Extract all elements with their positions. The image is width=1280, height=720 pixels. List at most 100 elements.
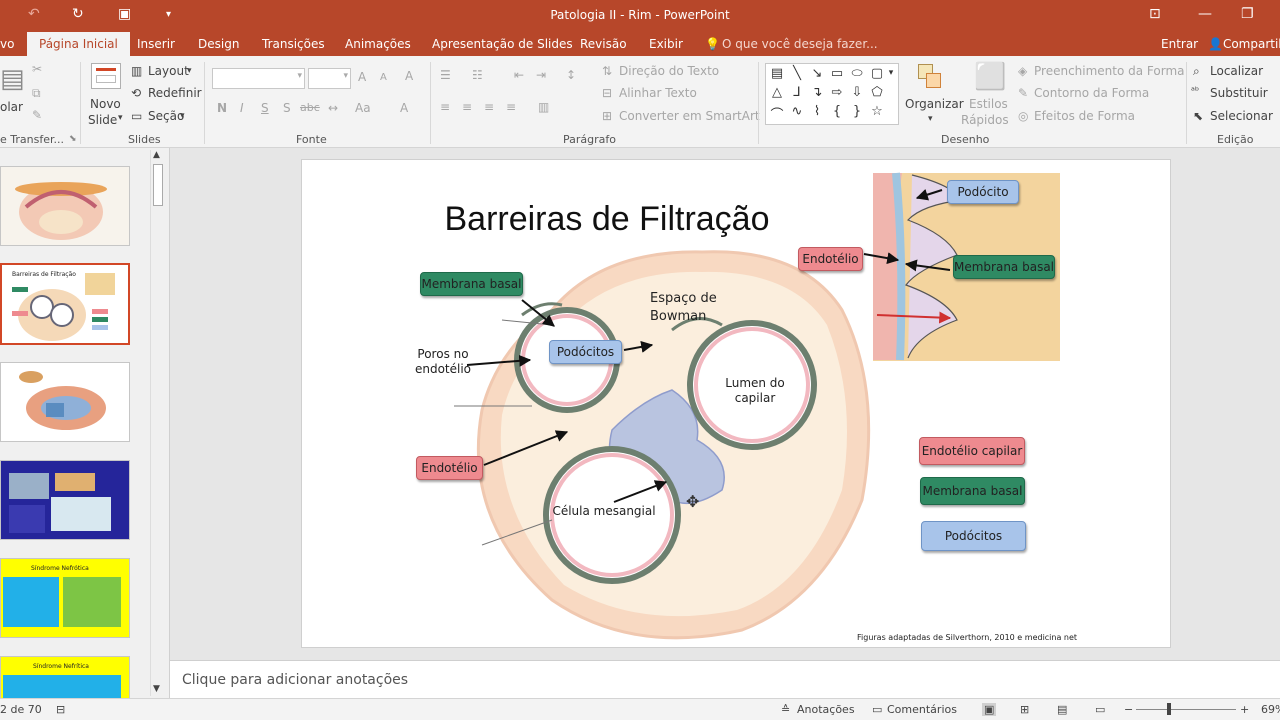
right-brace-icon[interactable]: } [848,104,866,119]
find-button[interactable]: Localizar [1210,64,1263,78]
tab-transitions[interactable]: Transições [262,37,325,51]
dialog-launcher-icon[interactable]: ⬊ [69,134,77,144]
layout-button[interactable]: Layout [148,64,189,78]
decrease-indent-icon[interactable]: ⇤ [514,68,524,82]
chevron-down-icon[interactable]: ▾ [118,113,123,123]
label-podocito[interactable]: Podócito [947,180,1019,204]
chevron-down-icon[interactable]: ▾ [187,66,192,76]
strikethrough-button[interactable]: abc [300,101,320,114]
slide-thumbnail-2[interactable]: Barreiras de Filtração [0,263,130,345]
shape-outline-button[interactable]: Contorno da Forma [1034,86,1149,100]
tab-file[interactable]: vo [0,37,14,51]
bullets-icon[interactable]: ☰ [440,68,451,82]
down-arrow-shape-icon[interactable]: ⇩ [848,85,866,100]
label-membrana-basal-inset[interactable]: Membrana basal [953,255,1055,279]
scroll-thumb[interactable] [153,164,163,206]
select-icon[interactable]: ⬉ [1193,109,1203,123]
quick-styles-icon[interactable]: ⬜ [974,62,1006,92]
replace-icon[interactable]: ᵃᵇ [1191,86,1199,97]
share-button[interactable]: 👤Compartil [1208,37,1280,51]
freeform-shape-icon[interactable]: ⌇ [808,104,826,119]
shape-fill-icon[interactable]: ◈ [1018,64,1027,78]
align-right-icon[interactable]: ≡ [484,100,494,114]
slide-thumbnail-1[interactable] [0,166,130,246]
paste-icon[interactable]: ▤ [0,64,25,94]
chevron-down-icon[interactable]: ▾ [180,111,185,121]
tab-home[interactable]: Página Inicial [27,32,130,56]
textbox-shape-icon[interactable]: ▤ [768,66,786,81]
align-left-icon[interactable]: ≡ [440,100,450,114]
shape-effects-icon[interactable]: ◎ [1018,109,1028,123]
comments-toggle[interactable]: Comentários [887,703,957,716]
font-color-icon[interactable]: A [400,101,408,115]
font-family-select[interactable]: ▾ [212,68,305,89]
layout-icon[interactable]: ▥ [131,64,142,78]
shadow-button[interactable]: S [283,101,291,115]
zoom-slider-thumb[interactable] [1167,703,1171,715]
oval-shape-icon[interactable]: ⬭ [848,66,866,81]
increase-indent-icon[interactable]: ⇥ [536,68,546,82]
triangle-shape-icon[interactable]: △ [768,85,786,100]
label-podocitos[interactable]: Podócitos [549,340,622,364]
spelling-check-icon[interactable]: ⊟ [56,703,65,716]
zoom-level[interactable]: 69% [1261,703,1280,716]
sign-in-link[interactable]: Entrar [1161,37,1198,51]
arc-shape-icon[interactable]: ∿ [788,104,806,119]
thumbnail-scrollbar[interactable]: ▲ ▼ [150,150,165,696]
minimize-icon[interactable]: — [1198,6,1212,22]
slide-canvas[interactable]: Barreiras de Filtração Membrana basal Po… [301,159,1171,648]
legend-endotelio-capilar[interactable]: Endotélio capilar [919,437,1025,465]
reset-button[interactable]: Redefinir [148,86,202,100]
new-slide-icon[interactable] [91,63,121,89]
chevron-down-icon[interactable]: ▾ [928,114,933,124]
label-endotelio[interactable]: Endotélio [416,456,483,480]
tab-slideshow[interactable]: Apresentação de Slides [432,37,573,51]
slide-title[interactable]: Barreiras de Filtração [302,200,912,239]
shapes-gallery[interactable]: ▤ ╲ ↘ ▭ ⬭ ▢ △ ⅃ ↴ ⇨ ⇩ ⬠ ⌒ ∿ ⌇ { } ☆ ▾ [765,63,899,125]
tab-insert[interactable]: Inserir [137,37,175,51]
align-text-button[interactable]: Alinhar Texto [619,86,697,100]
notes-pane[interactable]: Clique para adicionar anotações [170,660,1280,698]
arrange-icon[interactable] [918,64,942,90]
slide-thumbnail-3[interactable] [0,362,130,442]
comments-icon[interactable]: ▭ [872,703,882,716]
reset-icon[interactable]: ⟲ [131,86,141,100]
columns-icon[interactable]: ▥ [538,100,549,114]
font-size-select[interactable]: ▾ [308,68,351,89]
section-icon[interactable]: ▭ [131,109,142,123]
slide-sorter-icon[interactable]: ⊞ [1020,703,1029,716]
zoom-slider[interactable] [1136,709,1236,710]
line-shape-icon[interactable]: ╲ [788,66,806,81]
align-text-icon[interactable]: ⊟ [602,86,612,100]
notes-placeholder[interactable]: Clique para adicionar anotações [182,672,408,688]
slide-thumbnail-4[interactable] [0,460,130,540]
curve-shape-icon[interactable]: ⌒ [768,104,786,123]
clear-format-icon[interactable]: A [405,69,413,83]
section-button[interactable]: Seção [148,109,184,123]
italic-button[interactable]: I [240,101,244,115]
shape-outline-icon[interactable]: ✎ [1018,86,1028,100]
slide-thumbnail-6[interactable]: Síndrome Nefrítica [0,656,130,700]
left-brace-icon[interactable]: { [828,104,846,119]
align-center-icon[interactable]: ≡ [462,100,472,114]
find-icon[interactable]: ⌕ [1193,64,1200,79]
format-painter-icon[interactable]: ✎ [32,108,42,122]
restore-icon[interactable]: ❐ [1241,6,1254,22]
new-slide-label[interactable]: Novo [90,97,121,111]
scroll-down-icon[interactable]: ▼ [153,684,160,694]
legend-membrana-basal[interactable]: Membrana basal [920,477,1025,505]
line-spacing-icon[interactable]: ↕ [566,68,576,82]
shape-fill-button[interactable]: Preenchimento da Forma [1034,64,1185,78]
slideshow-icon[interactable]: ▭ [1095,703,1105,716]
character-spacing-icon[interactable]: ↔ [328,101,338,115]
convert-smartart-button[interactable]: Converter em SmartArt [619,109,760,123]
right-arrow-shape-icon[interactable]: ⇨ [828,85,846,100]
bold-button[interactable]: N [217,101,227,115]
slide-thumbnail-5[interactable]: Síndrome Nefrótica [0,558,130,638]
elbow-arrow-icon[interactable]: ↴ [808,85,826,100]
change-case-button[interactable]: Aa [355,101,371,115]
tab-design[interactable]: Design [198,37,239,51]
replace-button[interactable]: Substituir [1210,86,1268,100]
label-endotelio-inset[interactable]: Endotélio [798,247,863,271]
arrow-line-shape-icon[interactable]: ↘ [808,66,826,81]
